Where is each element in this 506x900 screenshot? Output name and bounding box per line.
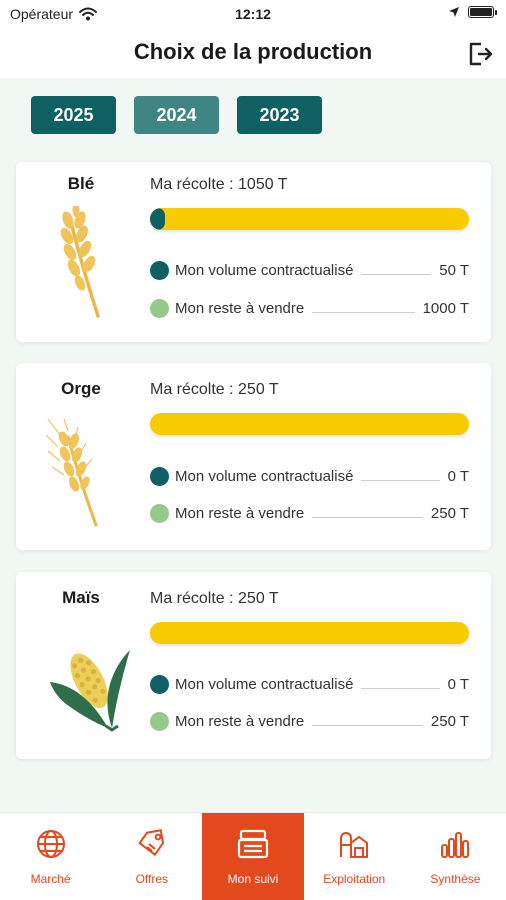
tab-exploitation[interactable]: Exploitation [304,813,405,900]
harvest-label: Ma récolte : 1050 T [150,176,288,193]
remaining-label: Mon reste à vendre [175,299,305,317]
price-tag-icon [138,829,164,857]
contracted-dot [150,260,169,280]
crop-card-orge[interactable]: Orge Ma récolte : 250 T Mon volume contr… [16,363,491,550]
leader-line [312,303,415,313]
remaining-dot [150,711,169,731]
header: Choix de la production [0,30,506,78]
tab-mon-suivi[interactable]: Mon suivi [202,813,304,900]
logout-button[interactable] [466,39,496,69]
location-arrow-icon [449,7,459,17]
farm-icon [340,831,369,858]
leader-line [312,716,423,726]
tab-label: Mon suivi [227,872,279,886]
harvest-progress-bar [150,413,469,435]
year-selector: 2025 2024 2023 [31,96,322,134]
contracted-row: Mon volume contractualisé 0 T [150,465,469,487]
tracking-icon [237,829,269,859]
leader-line [361,471,440,481]
contracted-label: Mon volume contractualisé [175,675,354,693]
remaining-dot [150,298,169,318]
year-button-2024[interactable]: 2024 [134,96,219,134]
battery-icon [468,6,497,18]
clock: 12:12 [235,6,271,22]
year-button-2025[interactable]: 2025 [31,96,116,134]
crop-name: Orge [61,379,101,398]
contracted-value: 0 T [447,675,469,693]
remaining-row: Mon reste à vendre 1000 T [150,297,469,319]
year-button-2023[interactable]: 2023 [237,96,322,134]
barley-icon [46,419,98,527]
status-bar: Opérateur 12:12 [0,0,506,30]
tab-offres[interactable]: Offres [101,813,202,900]
year-label: 2024 [156,104,197,125]
year-label: 2025 [53,104,94,125]
crop-name: Maïs [62,588,100,607]
status-right [448,6,497,18]
tab-label: Exploitation [323,872,386,886]
contracted-row: Mon volume contractualisé 50 T [150,259,469,281]
tab-synthese[interactable]: Synthèse [405,813,506,900]
logout-icon [469,42,493,66]
remaining-value: 250 T [430,504,469,522]
harvest-label: Ma récolte : 250 T [150,381,279,398]
wheat-icon [60,206,100,318]
remaining-label: Mon reste à vendre [175,504,305,522]
contracted-label: Mon volume contractualisé [175,261,354,279]
crop-name: Blé [67,174,95,193]
tab-label: Marché [30,872,71,886]
harvest-label: Ma récolte : 250 T [150,590,279,607]
contracted-dot [150,674,169,694]
crop-card-ble[interactable]: Blé Ma récolte : 1050 T Mon volume contr… [16,162,491,342]
globe-icon [36,830,65,858]
contracted-label: Mon volume contractualisé [175,467,354,485]
remaining-row: Mon reste à vendre 250 T [150,710,469,732]
bar-chart-icon [441,832,470,858]
year-label: 2023 [259,104,300,125]
remaining-label: Mon reste à vendre [175,712,305,730]
contracted-row: Mon volume contractualisé 0 T [150,673,469,695]
remaining-value: 1000 T [422,299,469,317]
remaining-row: Mon reste à vendre 250 T [150,502,469,524]
contracted-fill [150,208,166,230]
page-title: Choix de la production [133,39,373,64]
tab-label: Synthèse [430,872,481,886]
leader-line [361,679,440,689]
tab-label: Offres [135,872,169,886]
remaining-value: 250 T [430,712,469,730]
remaining-dot [150,503,169,523]
contracted-value: 50 T [439,261,469,279]
bottom-tab-bar: Marché Offres Mon suivi Exploitation Syn… [0,812,506,900]
corn-icon [50,650,130,732]
contracted-dot [150,466,169,486]
leader-line [312,508,423,518]
tab-marche[interactable]: Marché [0,813,101,900]
harvest-progress-bar [150,208,469,230]
contracted-value: 0 T [447,467,469,485]
harvest-progress-bar [150,622,469,644]
leader-line [361,265,432,275]
crop-card-mais[interactable]: Maïs Ma récolte : 250 T Mon volume contr… [16,572,491,759]
